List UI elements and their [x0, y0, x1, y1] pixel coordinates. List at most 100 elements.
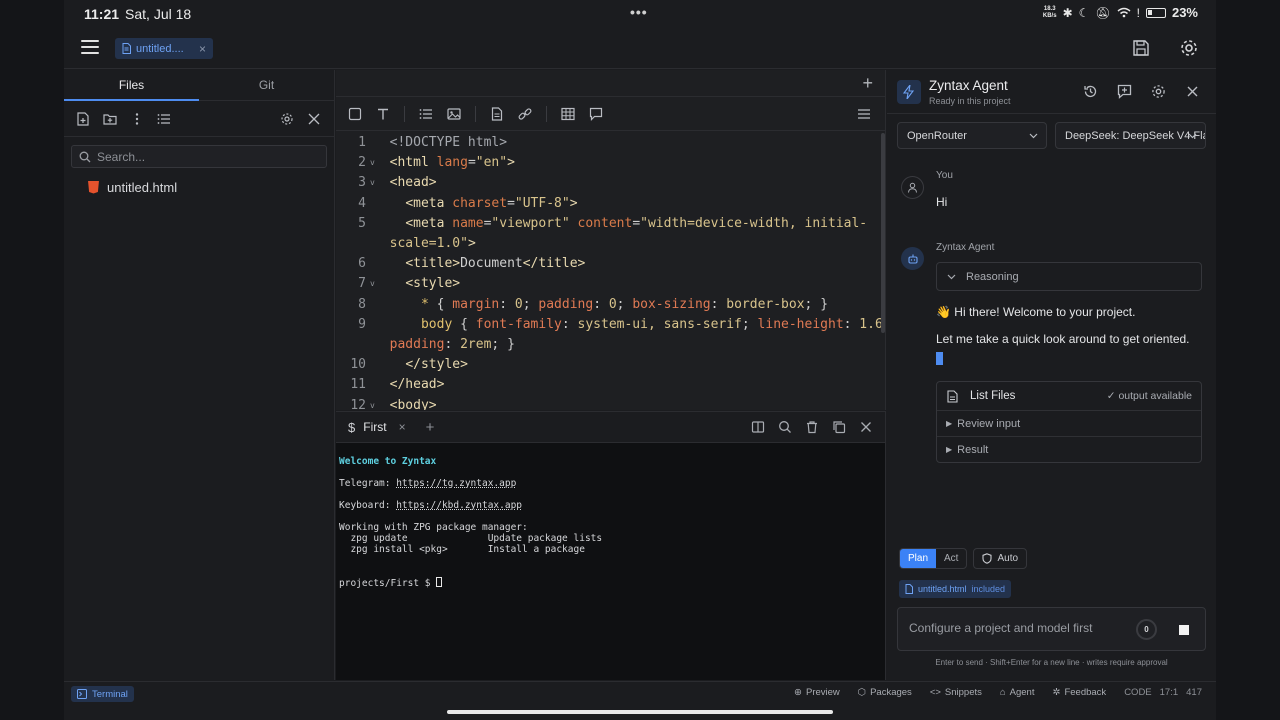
code-line: 11 </head>	[336, 375, 882, 395]
open-file-tab[interactable]: untitled.... ×	[115, 38, 213, 59]
agent-mode-controls: Plan Act Auto	[899, 548, 1028, 569]
agent-button[interactable]: ⌂ Agent	[1000, 687, 1035, 698]
net-speed: 18.3 KB/s	[1043, 6, 1057, 20]
code-content[interactable]: 1 <!DOCTYPE html> 2v <html lang="en"> 3v…	[336, 133, 882, 410]
text-icon[interactable]	[376, 107, 390, 121]
history-icon[interactable]	[1083, 84, 1098, 99]
tool-name: List Files	[970, 390, 1016, 402]
packages-button[interactable]: ⬡ Packages	[858, 687, 912, 698]
new-folder-icon[interactable]	[103, 112, 117, 126]
line-number: 10	[350, 357, 366, 373]
app-frame: 11:21 Sat, Jul 18 ••• 18.3 KB/s ✱ ☾ 🔕︎ ! …	[64, 0, 1216, 720]
more-vertical-icon[interactable]	[130, 112, 144, 126]
bluetooth-icon: ✱	[1062, 5, 1073, 20]
stop-icon[interactable]	[1179, 625, 1189, 635]
list-view-icon[interactable]	[157, 112, 171, 126]
terminal-search-icon[interactable]	[778, 420, 792, 434]
terminal-tab-first[interactable]: $ First ×	[348, 420, 406, 435]
box-element-icon[interactable]	[348, 107, 362, 121]
editor-toolbar	[336, 97, 885, 131]
moon-icon: ☾	[1078, 5, 1090, 20]
alert-icon: !	[1136, 5, 1140, 20]
editor-scrollbar[interactable]	[881, 133, 885, 333]
list-icon[interactable]	[419, 107, 433, 121]
tab-files[interactable]: Files	[64, 70, 199, 101]
gesture-bar	[64, 705, 1216, 720]
line-number: 7	[358, 276, 366, 292]
close-tab-icon[interactable]: ×	[199, 42, 206, 56]
provider-select[interactable]: OpenRouter	[897, 122, 1047, 149]
new-terminal-icon[interactable]: +	[426, 419, 435, 436]
file-icon	[905, 584, 913, 594]
save-icon[interactable]	[1132, 39, 1150, 57]
terminal-output[interactable]: Welcome to Zyntax Telegram: https://tg.z…	[336, 443, 885, 602]
settings-gear-icon[interactable]	[1179, 38, 1199, 58]
code-line: 8 * { margin: 0; padding: 0; box-sizing:…	[336, 295, 882, 315]
trash-icon[interactable]	[805, 420, 819, 434]
agent-subtitle: Ready in this project	[929, 96, 1011, 106]
code-line: 2v <html lang="en">	[336, 153, 882, 173]
new-chat-icon[interactable]	[1117, 84, 1132, 99]
context-file-chip[interactable]: untitled.html included	[899, 580, 1012, 598]
agent-selectors: OpenRouter DeepSeek: DeepSeek V4 Flash	[887, 114, 1216, 157]
mode-plan-button[interactable]: Plan	[900, 549, 937, 568]
home-indicator[interactable]	[447, 710, 833, 714]
sidebar-settings-icon[interactable]	[280, 112, 294, 126]
user-label: You	[936, 170, 953, 181]
review-input-label: Review input	[957, 417, 1021, 430]
review-input-toggle[interactable]: ▶ Review input	[937, 410, 1201, 436]
editor-status: CODE 17:1 417	[1124, 687, 1202, 698]
tab-git[interactable]: Git	[199, 70, 334, 100]
image-icon[interactable]	[447, 107, 461, 121]
file-search-input[interactable]	[97, 149, 317, 164]
more-dots-icon[interactable]: •••	[630, 4, 648, 20]
split-terminal-icon[interactable]	[751, 420, 765, 434]
new-editor-tab-icon[interactable]: +	[862, 73, 873, 94]
code-line: 5 <meta name="viewport" content="width=d…	[336, 214, 882, 234]
mode-act-button[interactable]: Act	[936, 549, 966, 568]
close-terminal-icon[interactable]	[859, 420, 873, 434]
document-icon[interactable]	[490, 106, 504, 121]
telegram-link[interactable]: https://tg.zyntax.app	[396, 478, 516, 489]
agent-prompt-input[interactable]	[909, 621, 1129, 635]
result-toggle[interactable]: ▶ Result	[937, 436, 1201, 462]
table-icon[interactable]	[561, 107, 575, 121]
feedback-button[interactable]: ✲ Feedback	[1052, 687, 1106, 698]
new-file-icon[interactable]	[76, 111, 90, 126]
code-line: 6 <title>Document</title>	[336, 254, 882, 274]
lightning-icon	[897, 80, 921, 104]
code-editor: + 1 <!DOCTYPE html> 2v <html lang="en"> …	[336, 70, 886, 410]
terminal-toggle-button[interactable]: Terminal	[71, 686, 134, 702]
bot-avatar-icon	[901, 247, 924, 270]
file-tree-item[interactable]: untitled.html	[64, 176, 334, 198]
copy-icon[interactable]	[832, 420, 846, 434]
agent-reply-2: Let me take a quick look around to get o…	[936, 332, 1190, 346]
keyboard-link[interactable]: https://kbd.zyntax.app	[396, 500, 522, 511]
link-icon[interactable]	[518, 107, 532, 121]
result-label: Result	[957, 443, 989, 456]
tool-call-header[interactable]: List Files ✓ output available	[937, 382, 1201, 410]
editor-menu-icon[interactable]	[857, 107, 871, 121]
token-counter: 0	[1136, 619, 1157, 640]
terminal-icon	[77, 689, 87, 699]
auto-button[interactable]: Auto	[973, 548, 1028, 569]
close-agent-icon[interactable]	[1185, 84, 1200, 99]
agent-prompt-box: 0	[897, 607, 1206, 651]
line-number: 4	[358, 195, 366, 211]
terminal-actions	[751, 420, 873, 434]
status-icons: 18.3 KB/s ✱ ☾ 🔕︎ ! 23%	[1043, 5, 1198, 20]
reasoning-toggle[interactable]: Reasoning	[936, 262, 1202, 291]
line-number	[336, 335, 370, 355]
model-select[interactable]: DeepSeek: DeepSeek V4 Flash	[1055, 122, 1206, 149]
snippets-button[interactable]: <> Snippets	[930, 687, 982, 698]
agent-settings-icon[interactable]	[1151, 84, 1166, 99]
terminal-toggle-label: Terminal	[92, 688, 128, 700]
close-sidebar-icon[interactable]	[307, 112, 321, 126]
code-line: 4 <meta charset="UTF-8">	[336, 194, 882, 214]
hamburger-menu-icon[interactable]	[81, 40, 99, 54]
preview-button[interactable]: ⊕ Preview	[794, 687, 840, 698]
battery-percent: 23%	[1171, 5, 1198, 20]
provider-select-value: OpenRouter	[907, 129, 967, 142]
comment-icon[interactable]	[589, 107, 603, 121]
close-terminal-tab-icon[interactable]: ×	[399, 420, 406, 434]
